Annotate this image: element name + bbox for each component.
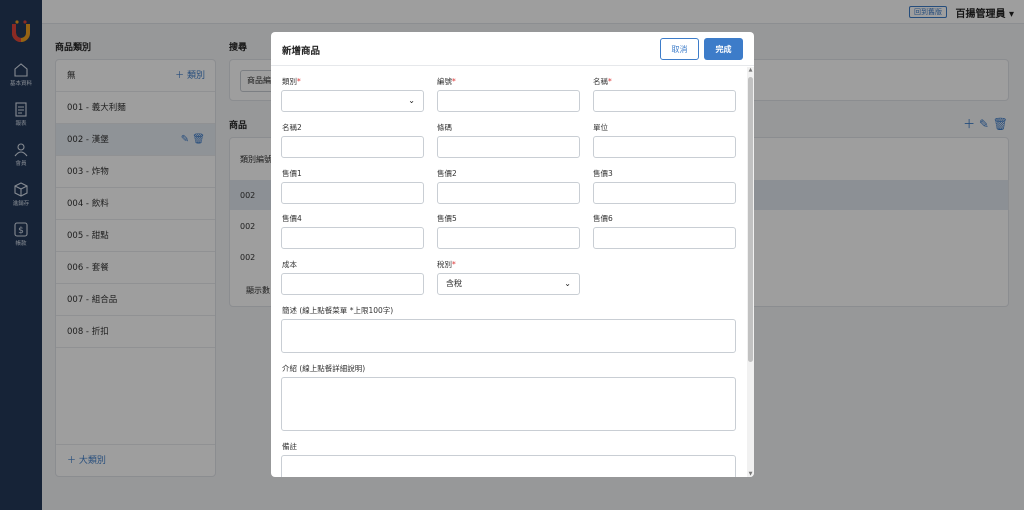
- name-input[interactable]: [593, 90, 736, 112]
- chevron-down-icon: ⌄: [564, 279, 571, 288]
- tax-select-value: 含稅: [446, 279, 462, 288]
- dialog-header: 新增商品 取消 完成: [271, 32, 754, 66]
- name2-label: 名稱2: [282, 123, 302, 132]
- dialog-title: 新增商品: [282, 46, 321, 57]
- price6-label: 售價6: [593, 214, 613, 223]
- cost-input[interactable]: [281, 273, 424, 295]
- price5-label: 售價5: [437, 214, 457, 223]
- dialog-form: 類別* ⌄ 編號* 名稱* 名稱2 條碼 單位 售價1 售價2 售價3 售價4 …: [271, 67, 747, 477]
- brief-label: 簡述 (線上點餐菜單 *上限100字): [282, 306, 394, 315]
- code-label: 編號*: [437, 77, 456, 86]
- price5-input[interactable]: [437, 227, 580, 249]
- unit-label: 單位: [593, 123, 608, 132]
- code-input[interactable]: [437, 90, 580, 112]
- intro-textarea[interactable]: [281, 377, 736, 431]
- category-label: 類別*: [282, 77, 301, 86]
- brief-textarea[interactable]: [281, 319, 736, 353]
- name2-input[interactable]: [281, 136, 424, 158]
- price1-input[interactable]: [281, 182, 424, 204]
- cancel-button[interactable]: 取消: [660, 38, 699, 60]
- tax-select[interactable]: 含稅 ⌄: [437, 273, 580, 295]
- unit-input[interactable]: [593, 136, 736, 158]
- tax-label: 稅別*: [437, 260, 456, 269]
- name-label: 名稱*: [593, 77, 612, 86]
- dialog-scrollbar[interactable]: ▲ ▼: [747, 67, 754, 477]
- price1-label: 售價1: [282, 169, 302, 178]
- price4-input[interactable]: [281, 227, 424, 249]
- cost-label: 成本: [282, 260, 297, 269]
- price6-input[interactable]: [593, 227, 736, 249]
- price4-label: 售價4: [282, 214, 302, 223]
- category-select[interactable]: ⌄: [281, 90, 424, 112]
- note-textarea[interactable]: [281, 455, 736, 477]
- done-button[interactable]: 完成: [704, 38, 743, 60]
- price2-input[interactable]: [437, 182, 580, 204]
- price3-label: 售價3: [593, 169, 613, 178]
- price3-input[interactable]: [593, 182, 736, 204]
- scroll-down-icon[interactable]: ▼: [747, 471, 754, 477]
- chevron-down-icon: ⌄: [408, 96, 415, 105]
- barcode-input[interactable]: [437, 136, 580, 158]
- scroll-up-icon[interactable]: ▲: [747, 67, 754, 73]
- barcode-label: 條碼: [437, 123, 452, 132]
- note-label: 備註: [282, 442, 297, 451]
- scroll-thumb[interactable]: [748, 77, 753, 362]
- add-product-dialog: 新增商品 取消 完成 類別* ⌄ 編號* 名稱* 名稱2 條碼 單位 售價1 售…: [271, 32, 754, 477]
- price2-label: 售價2: [437, 169, 457, 178]
- intro-label: 介紹 (線上點餐詳細說明): [282, 364, 366, 373]
